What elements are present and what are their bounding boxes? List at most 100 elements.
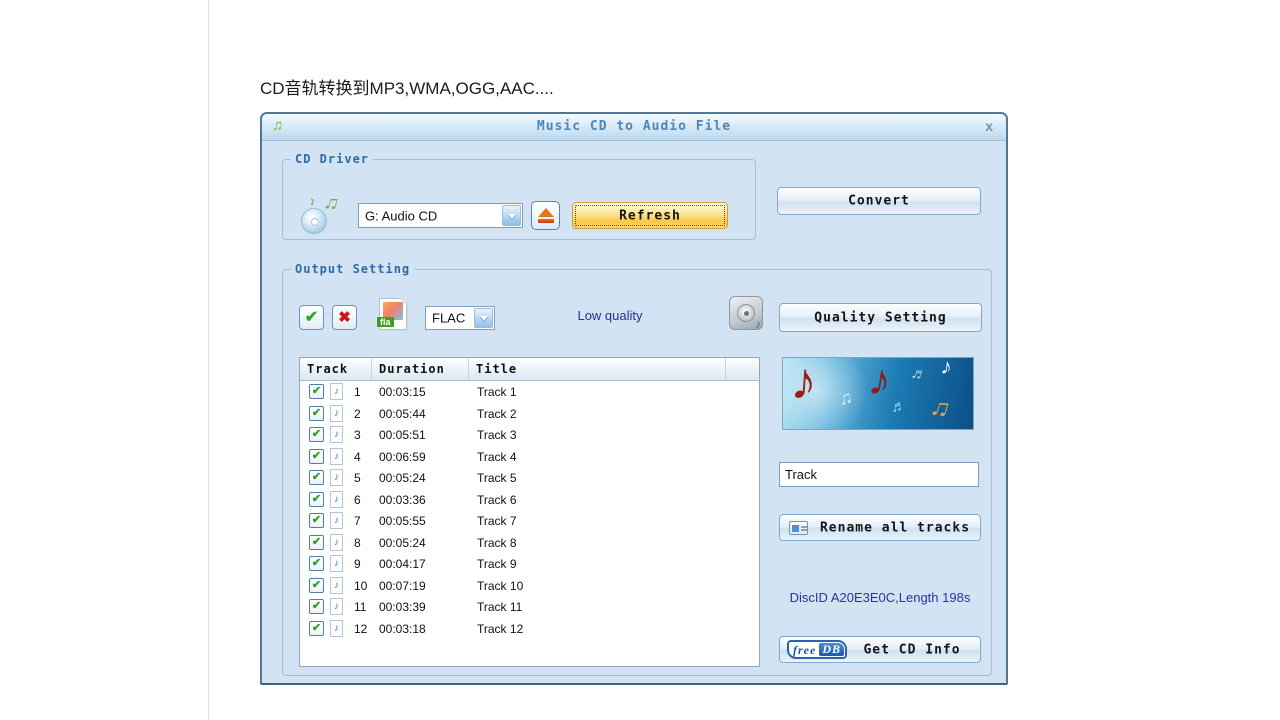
track-title: Track 7 [477,514,517,528]
track-checkbox[interactable]: ✔ [309,599,324,614]
track-duration: 00:04:17 [379,557,426,571]
output-setting-group: Output Setting ✔ ✖ fla FLAC Low quality … [282,262,992,676]
table-row[interactable]: ✔♪1200:03:18Track 12 [300,618,759,640]
table-header: Track Duration Title [300,358,759,381]
track-number: 1 [354,385,361,399]
music-note-decoration: ♪ [939,357,954,381]
cd-driver-group-label: CD Driver [291,152,373,166]
track-number: 5 [354,471,361,485]
chevron-down-icon[interactable] [502,205,521,226]
track-number: 9 [354,557,361,571]
freedb-logo: free DB [787,640,847,659]
music-note-decoration: ♬ [909,364,929,386]
music-note-icon: ♪ [330,383,343,400]
quality-status-text: Low quality [530,308,690,323]
track-number: 8 [354,536,361,550]
track-checkbox[interactable]: ✔ [309,535,324,550]
flac-format-badge: fla [377,317,394,327]
table-row[interactable]: ✔♪1000:07:19Track 10 [300,575,759,597]
track-checkbox[interactable]: ✔ [309,470,324,485]
track-checkbox[interactable]: ✔ [309,621,324,636]
table-row[interactable]: ✔♪1100:03:39Track 11 [300,596,759,618]
format-select[interactable]: FLAC [425,306,495,330]
track-checkbox[interactable]: ✔ [309,406,324,421]
track-number: 3 [354,428,361,442]
music-note-icon: ♪ [330,405,343,422]
rename-all-tracks-button[interactable]: Rename all tracks [779,514,981,541]
select-all-button[interactable]: ✔ [299,305,324,330]
music-note-icon: ♪ [330,426,343,443]
cd-driver-group: CD Driver ♫ ♪ G: Audio CD Refresh [282,152,756,240]
page-divider [208,0,209,720]
chevron-down-icon[interactable] [474,308,493,328]
track-title: Track 2 [477,407,517,421]
track-duration: 00:03:36 [379,493,426,507]
track-checkbox[interactable]: ✔ [309,578,324,593]
music-note-icon: ♪ [330,448,343,465]
app-window: ♫ Music CD to Audio File x CD Driver ♫ ♪… [260,112,1008,685]
track-duration: 00:03:39 [379,600,426,614]
track-duration: 00:05:24 [379,536,426,550]
music-note-icon: ♪ [330,534,343,551]
titlebar: ♫ Music CD to Audio File x [262,114,1006,141]
table-row[interactable]: ✔ ♪ 1 00:03:15 Track 1 [300,381,759,403]
music-note-icon: ♪ [330,598,343,615]
music-note-decoration: ♪ [789,357,819,413]
track-checkbox[interactable]: ✔ [309,449,324,464]
track-title: Track 10 [477,579,523,593]
track-duration: 00:03:15 [379,385,426,399]
drive-select[interactable]: G: Audio CD [358,203,523,228]
eject-button[interactable] [531,201,560,230]
eject-icon [538,208,554,217]
track-title: Track 11 [477,600,522,614]
music-note-decoration: ♫ [837,387,855,410]
track-checkbox[interactable]: ✔ [309,513,324,528]
table-row[interactable]: ✔ ♪ 3 00:05:51 Track 3 [300,424,759,446]
track-checkbox[interactable]: ✔ [309,492,324,507]
track-duration: 00:05:24 [379,471,426,485]
track-checkbox[interactable]: ✔ [309,427,324,442]
track-title: Track 6 [477,493,517,507]
track-title: Track 1 [477,385,517,399]
convert-button[interactable]: Convert [777,187,981,215]
music-note-icon: ♪ [330,555,343,572]
column-header-duration[interactable]: Duration [372,358,469,380]
close-button[interactable]: x [985,118,993,134]
table-row[interactable]: ✔♪200:05:44Track 2 [300,403,759,425]
page-heading: CD音轨转换到MP3,WMA,OGG,AAC.... [260,74,554,99]
table-row[interactable]: ✔♪600:03:36Track 6 [300,489,759,511]
track-duration: 00:05:51 [379,428,426,442]
track-duration: 00:07:19 [379,579,426,593]
track-title: Track 12 [477,622,523,636]
table-row[interactable]: ✔♪900:04:17Track 9 [300,553,759,575]
column-header-extra [726,358,759,380]
track-number: 7 [354,514,361,528]
music-note-decoration: ♬ [890,397,907,416]
track-checkbox[interactable]: ✔ [309,384,324,399]
track-checkbox[interactable]: ✔ [309,556,324,571]
get-cd-info-button[interactable]: free DB Get CD Info [779,636,981,663]
disc-info-text: DiscID A20E3E0C,Length 198s [779,590,981,605]
track-table: Track Duration Title ✔♪100:03:15Track 1✔… [299,357,760,667]
column-header-track[interactable]: Track [300,358,372,380]
quality-speaker-icon: ♪ [729,296,763,330]
track-number: 12 [354,622,367,636]
table-row[interactable]: ✔ ♪ 7 00:05:55 Track 7 [300,510,759,532]
deselect-all-button[interactable]: ✖ [332,305,357,330]
rename-pattern-input[interactable] [779,462,979,487]
track-duration: 00:05:55 [379,514,426,528]
track-title: Track 3 [477,428,517,442]
format-select-value: FLAC [432,311,465,326]
track-duration: 00:06:59 [379,450,426,464]
refresh-button[interactable]: Refresh [572,202,728,229]
track-title: Track 4 [477,450,517,464]
track-number: 2 [354,407,361,421]
quality-setting-button[interactable]: Quality Setting [779,303,982,332]
music-note-icon: ♪ [330,512,343,529]
table-row[interactable]: ✔♪800:05:24Track 8 [300,532,759,554]
table-row[interactable]: ✔♪500:05:24Track 5 [300,467,759,489]
table-row[interactable]: ✔♪400:06:59Track 4 [300,446,759,468]
column-header-title[interactable]: Title [469,358,726,380]
cd-music-icon: ♫ ♪ [301,196,339,234]
output-setting-group-label: Output Setting [291,262,414,276]
